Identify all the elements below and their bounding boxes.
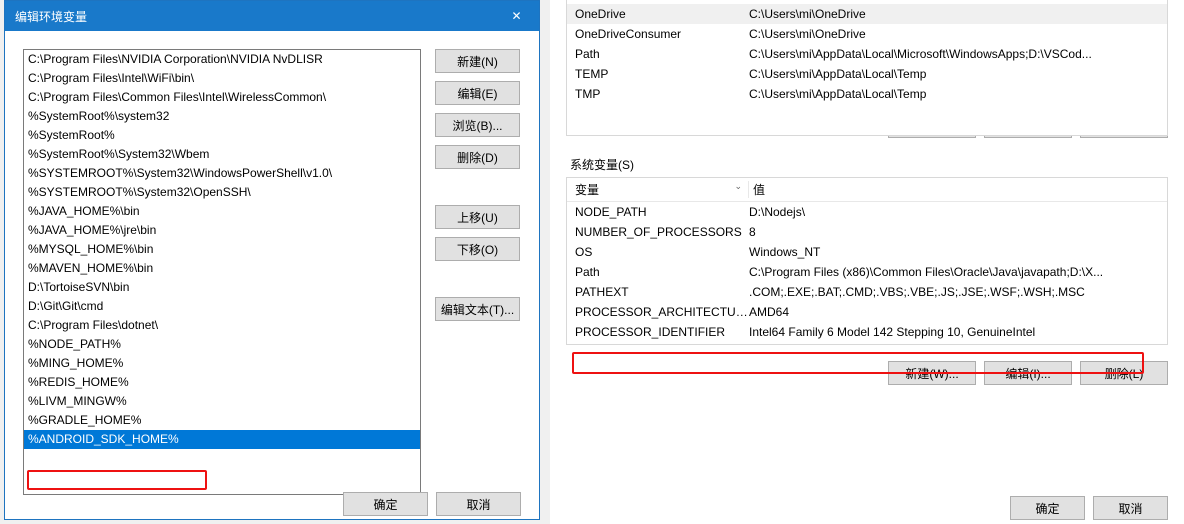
var-name: NODE_PATH: [575, 203, 749, 221]
panel-footer-buttons: 确定 取消: [1010, 496, 1168, 520]
user-var-row[interactable]: OneDriveC:\Users\mi\OneDrive: [567, 4, 1167, 24]
user-vars-table[interactable]: OneDriveC:\Users\mi\OneDriveOneDriveCons…: [567, 4, 1167, 104]
var-name: OneDriveConsumer: [575, 25, 749, 43]
path-item[interactable]: C:\Program Files\Common Files\Intel\Wire…: [24, 88, 420, 107]
sys-vars-buttons: 新建(W)... 编辑(I)... 删除(L): [550, 353, 1184, 389]
dialog-title: 编辑环境变量: [15, 8, 87, 25]
sys-var-row[interactable]: PathC:\Program Files (x86)\Common Files\…: [567, 262, 1167, 282]
path-item[interactable]: %JAVA_HOME%\bin: [24, 202, 420, 221]
close-icon: ✕: [511, 9, 521, 23]
sys-vars-header[interactable]: 变量 ⌄ 值: [567, 178, 1167, 202]
path-item[interactable]: %SystemRoot%\system32: [24, 107, 420, 126]
path-list[interactable]: C:\Program Files\NVIDIA Corporation\NVID…: [23, 49, 421, 495]
var-value: C:\Users\mi\AppData\Local\Microsoft\Wind…: [749, 45, 1159, 63]
panel-cancel-button[interactable]: 取消: [1093, 496, 1168, 520]
movedown-button[interactable]: 下移(O): [435, 237, 520, 261]
header-value-col[interactable]: 值: [749, 181, 1159, 198]
path-item[interactable]: D:\TortoiseSVN\bin: [24, 278, 420, 297]
user-vars-group: OneDriveC:\Users\mi\OneDriveOneDriveCons…: [566, 0, 1168, 136]
var-name: PROCESSOR_ARCHITECTURE: [575, 303, 749, 321]
var-value: D:\Nodejs\: [749, 203, 1159, 221]
var-name: OS: [575, 243, 749, 261]
dialog-body: C:\Program Files\NVIDIA Corporation\NVID…: [5, 31, 539, 491]
moveup-button[interactable]: 上移(U): [435, 205, 520, 229]
sys-vars-table[interactable]: NODE_PATHD:\Nodejs\NUMBER_OF_PROCESSORS8…: [567, 202, 1167, 342]
user-var-row[interactable]: TEMPC:\Users\mi\AppData\Local\Temp: [567, 64, 1167, 84]
var-name: TMP: [575, 85, 749, 103]
var-value: AMD64: [749, 303, 1159, 321]
ok-button[interactable]: 确定: [343, 492, 428, 516]
var-name: PROCESSOR_IDENTIFIER: [575, 323, 749, 341]
var-name: TEMP: [575, 65, 749, 83]
dialog-footer: 确定 取消: [5, 489, 539, 519]
var-value: C:\Program Files (x86)\Common Files\Orac…: [749, 263, 1159, 281]
sys-var-row[interactable]: OSWindows_NT: [567, 242, 1167, 262]
path-item[interactable]: %ANDROID_SDK_HOME%: [24, 430, 420, 449]
user-var-row[interactable]: TMPC:\Users\mi\AppData\Local\Temp: [567, 84, 1167, 104]
var-name: Path: [575, 263, 749, 281]
var-value: C:\Users\mi\OneDrive: [749, 5, 1159, 23]
sys-var-row[interactable]: NODE_PATHD:\Nodejs\: [567, 202, 1167, 222]
var-name: NUMBER_OF_PROCESSORS: [575, 223, 749, 241]
var-name: PATHEXT: [575, 283, 749, 301]
var-value: C:\Users\mi\AppData\Local\Temp: [749, 85, 1159, 103]
user-var-row[interactable]: PathC:\Users\mi\AppData\Local\Microsoft\…: [567, 44, 1167, 64]
path-item[interactable]: %SystemRoot%\System32\Wbem: [24, 145, 420, 164]
path-item[interactable]: %SystemRoot%: [24, 126, 420, 145]
path-item[interactable]: %MAVEN_HOME%\bin: [24, 259, 420, 278]
chevron-down-icon: ⌄: [734, 181, 742, 192]
button-column: 新建(N) 编辑(E) 浏览(B)... 删除(D) 上移(U) 下移(O) 编…: [435, 49, 520, 491]
path-item[interactable]: C:\Program Files\NVIDIA Corporation\NVID…: [24, 50, 420, 69]
sys-edit-button[interactable]: 编辑(I)...: [984, 361, 1072, 385]
path-item[interactable]: %REDIS_HOME%: [24, 373, 420, 392]
var-value: Windows_NT: [749, 243, 1159, 261]
var-name: Path: [575, 45, 749, 63]
sys-var-row[interactable]: PROCESSOR_IDENTIFIERIntel64 Family 6 Mod…: [567, 322, 1167, 342]
path-item[interactable]: %MYSQL_HOME%\bin: [24, 240, 420, 259]
edittext-button[interactable]: 编辑文本(T)...: [435, 297, 520, 321]
edit-button[interactable]: 编辑(E): [435, 81, 520, 105]
header-name-col[interactable]: 变量 ⌄: [575, 181, 749, 198]
new-button[interactable]: 新建(N): [435, 49, 520, 73]
var-value: .COM;.EXE;.BAT;.CMD;.VBS;.VBE;.JS;.JSE;.…: [749, 283, 1159, 301]
var-name: OneDrive: [575, 5, 749, 23]
var-value: C:\Users\mi\OneDrive: [749, 25, 1159, 43]
path-item[interactable]: D:\Git\Git\cmd: [24, 297, 420, 316]
var-value: Intel64 Family 6 Model 142 Stepping 10, …: [749, 323, 1159, 341]
sys-vars-label: 系统变量(S): [570, 156, 1164, 173]
path-item[interactable]: C:\Program Files\Intel\WiFi\bin\: [24, 69, 420, 88]
close-button[interactable]: ✕: [494, 1, 539, 31]
user-var-row[interactable]: OneDriveConsumerC:\Users\mi\OneDrive: [567, 24, 1167, 44]
env-vars-panel: OneDriveC:\Users\mi\OneDriveOneDriveCons…: [550, 0, 1184, 524]
edit-env-dialog: 编辑环境变量 ✕ C:\Program Files\NVIDIA Corpora…: [4, 0, 540, 520]
path-item[interactable]: %MING_HOME%: [24, 354, 420, 373]
title-bar: 编辑环境变量 ✕: [5, 1, 539, 31]
path-item[interactable]: %SYSTEMROOT%\System32\WindowsPowerShell\…: [24, 164, 420, 183]
sys-var-row[interactable]: NUMBER_OF_PROCESSORS8: [567, 222, 1167, 242]
sys-vars-group: 变量 ⌄ 值 NODE_PATHD:\Nodejs\NUMBER_OF_PROC…: [566, 177, 1168, 345]
sys-var-row[interactable]: PROCESSOR_ARCHITECTUREAMD64: [567, 302, 1167, 322]
panel-ok-button[interactable]: 确定: [1010, 496, 1085, 520]
var-value: C:\Users\mi\AppData\Local\Temp: [749, 65, 1159, 83]
path-item[interactable]: %NODE_PATH%: [24, 335, 420, 354]
var-value: 8: [749, 223, 1159, 241]
path-item[interactable]: C:\Program Files\dotnet\: [24, 316, 420, 335]
path-item[interactable]: %GRADLE_HOME%: [24, 411, 420, 430]
delete-button[interactable]: 删除(D): [435, 145, 520, 169]
path-item[interactable]: %JAVA_HOME%\jre\bin: [24, 221, 420, 240]
path-item[interactable]: %LIVM_MINGW%: [24, 392, 420, 411]
sys-var-row[interactable]: PATHEXT.COM;.EXE;.BAT;.CMD;.VBS;.VBE;.JS…: [567, 282, 1167, 302]
sys-delete-button[interactable]: 删除(L): [1080, 361, 1168, 385]
browse-button[interactable]: 浏览(B)...: [435, 113, 520, 137]
sys-new-button[interactable]: 新建(W)...: [888, 361, 976, 385]
cancel-button[interactable]: 取消: [436, 492, 521, 516]
path-item[interactable]: %SYSTEMROOT%\System32\OpenSSH\: [24, 183, 420, 202]
